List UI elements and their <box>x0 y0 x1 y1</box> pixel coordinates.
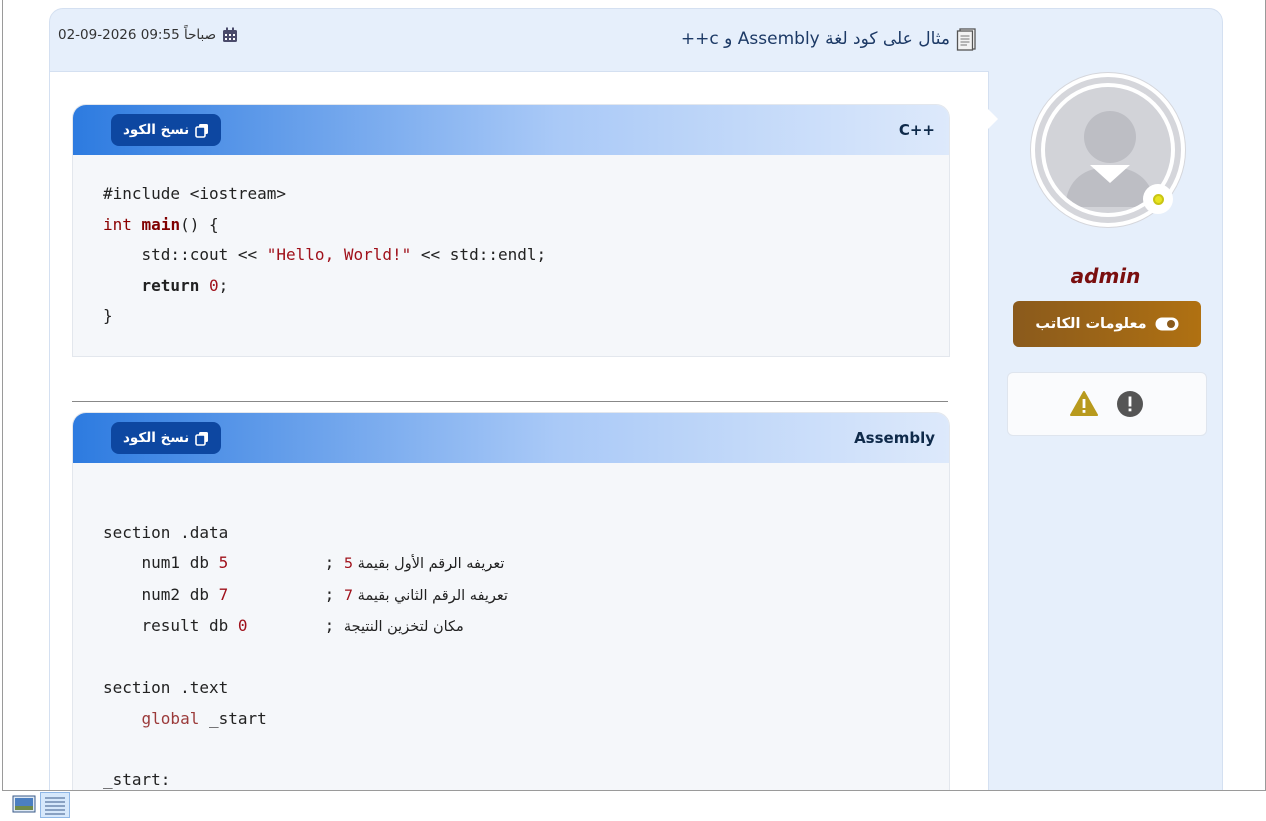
browser-viewport: مثال على كود لغة Assembly و c++ 02-09-20… <box>2 0 1266 791</box>
author-username[interactable]: admin <box>989 264 1222 288</box>
details-view-icon[interactable] <box>40 792 70 818</box>
toggle-icon <box>1155 317 1179 331</box>
code-line: return 0; <box>141 275 229 295</box>
post-datetime: 02-09-2026 09:55 صباحاً <box>58 27 217 43</box>
copy-code-label: نسخ الكود <box>123 430 190 446</box>
code-line: _start: <box>103 769 171 789</box>
code-line: result db 0 ; مكان لتخزين النتيجة <box>103 616 464 635</box>
copy-icon <box>195 431 209 446</box>
document-icon <box>956 27 978 51</box>
post-header: مثال على كود لغة Assembly و c++ 02-09-20… <box>50 9 1222 71</box>
code-line: num2 db 7 ; تعريفه الرقم الثاني بقيمة 7 <box>103 584 508 604</box>
code-content: section .data num1 db 5 ; تعريفه الرقم ا… <box>73 463 949 790</box>
image-view-icon[interactable] <box>12 795 36 813</box>
code-block-cpp: C++ نسخ الكود #include <iostream> int ma… <box>72 104 950 357</box>
moderation-box <box>1007 372 1207 436</box>
post-date: 02-09-2026 09:55 صباحاً <box>58 27 238 43</box>
warning-triangle-icon[interactable] <box>1070 390 1098 418</box>
code-block-assembly: Assembly نسخ الكود section .data num1 db… <box>72 412 950 790</box>
code-language-label: Assembly <box>854 429 935 447</box>
post-content: C++ نسخ الكود #include <iostream> int ma… <box>50 71 989 790</box>
divider <box>72 401 948 402</box>
code-line: section .data <box>103 522 229 542</box>
bottom-toolbar <box>12 792 70 818</box>
info-circle-icon[interactable] <box>1116 390 1144 418</box>
code-line: } <box>103 306 113 325</box>
copy-code-button[interactable]: نسخ الكود <box>111 422 222 454</box>
post-title-wrap: مثال على كود لغة Assembly و c++ <box>681 27 978 51</box>
code-line: section .text <box>103 678 229 697</box>
calendar-icon <box>222 27 238 43</box>
code-line: std::cout << "Hello, World!" << std::end… <box>103 245 547 264</box>
author-sidebar: admin معلومات الكاتب <box>989 71 1222 790</box>
copy-code-button[interactable]: نسخ الكود <box>111 114 222 146</box>
code-line: global _start <box>141 708 267 728</box>
code-content: #include <iostream> int main() { std::co… <box>73 155 949 356</box>
author-info-button[interactable]: معلومات الكاتب <box>1013 301 1201 347</box>
code-block-header: Assembly نسخ الكود <box>73 413 949 463</box>
code-language-label: C++ <box>898 121 935 139</box>
code-block-header: C++ نسخ الكود <box>73 105 949 155</box>
code-line: int main() { <box>103 214 219 234</box>
post-title[interactable]: مثال على كود لغة Assembly و c++ <box>681 29 950 49</box>
forum-post: مثال على كود لغة Assembly و c++ 02-09-20… <box>49 8 1223 790</box>
online-status-icon <box>1143 184 1173 214</box>
code-line: #include <iostream> <box>103 184 287 203</box>
code-line: num1 db 5 ; تعريفه الرقم الأول بقيمة 5 <box>103 553 505 572</box>
author-info-label: معلومات الكاتب <box>1035 316 1147 332</box>
copy-icon <box>195 123 209 138</box>
copy-code-label: نسخ الكود <box>123 122 190 138</box>
